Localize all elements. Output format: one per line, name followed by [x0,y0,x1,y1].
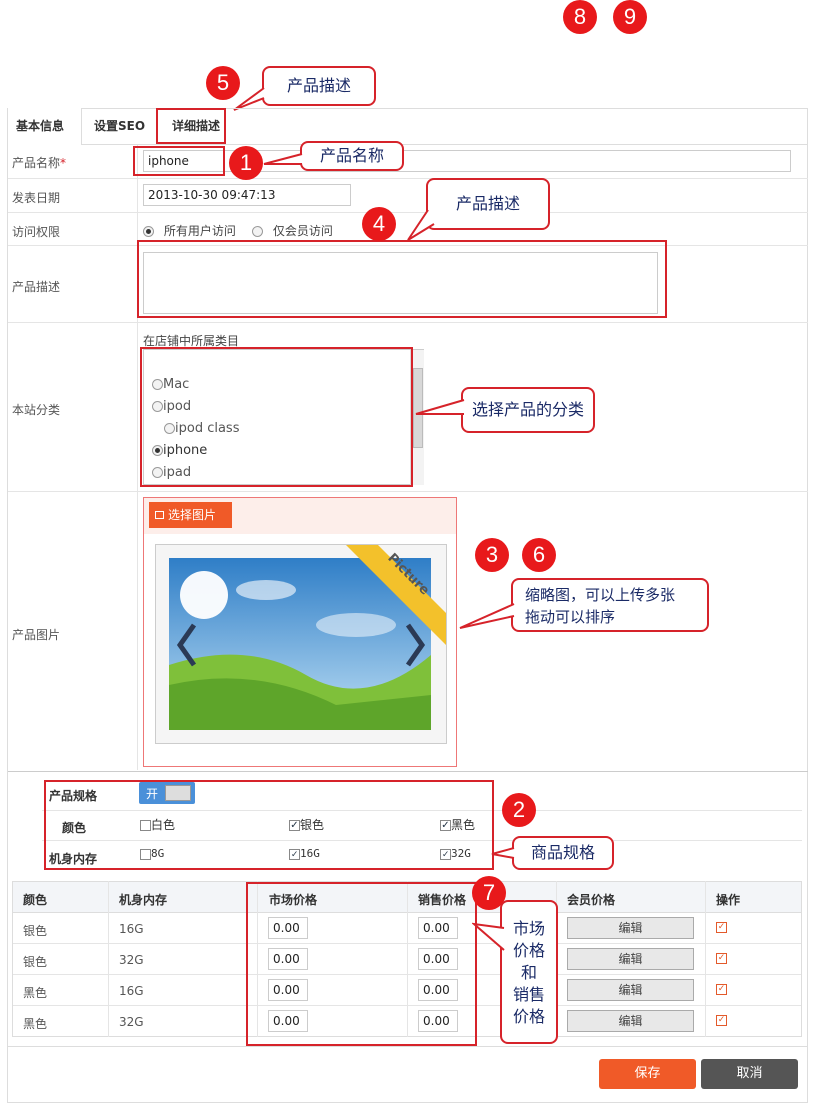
image-panel: 选择图片 Picture [143,497,457,767]
member-price-edit-button[interactable]: 编辑 [567,1010,694,1032]
callout-pointer [407,209,435,241]
sku-cell-memory: 16G [119,922,144,936]
access-radio-all[interactable]: 所有用户访问 [143,222,236,239]
annotation-badge: 8 [563,0,597,34]
callout-thumbnail: 缩略图，可以上传多张 拖动可以排序 [511,578,709,632]
member-price-edit-button[interactable]: 编辑 [567,948,694,970]
sku-header-memory: 机身内存 [119,893,168,907]
sku-cell-color: 黑色 [23,1017,48,1031]
annotation-badge: 4 [362,207,396,241]
col-line [705,881,706,1037]
sku-header-color: 颜色 [23,893,48,907]
check-icon[interactable]: ✓ [716,922,727,933]
annotation-badge: 9 [613,0,647,34]
sku-cell-memory: 16G [119,984,144,998]
access-radio-member[interactable]: 仅会员访问 [252,222,333,239]
tab-bar: 基本信息 设置SEO 详细描述 [8,108,808,145]
row-divider [8,178,808,179]
highlight-box [133,146,225,176]
highlight-box [140,347,413,487]
sku-cell-color: 银色 [23,924,48,938]
date-label: 发表日期 [12,191,61,205]
category-label: 本站分类 [12,403,61,417]
highlight-box [44,780,494,870]
sku-cell-memory: 32G [119,1015,144,1029]
sku-header-member: 会员价格 [567,893,616,907]
callout-pointer [415,399,465,415]
member-price-edit-button[interactable]: 编辑 [567,917,694,939]
callout-spec: 商品规格 [512,836,614,870]
callout-pointer [459,603,515,629]
sku-header-action: 操作 [716,893,741,907]
callout-pointer [472,922,505,951]
callout-pointer [263,153,303,165]
cancel-button[interactable]: 取消 [701,1059,798,1089]
col-line [108,881,109,1037]
footer-divider [8,1046,808,1047]
highlight-box [156,108,226,144]
date-input[interactable]: 2013-10-30 09:47:13 [143,184,351,206]
check-icon[interactable]: ✓ [716,984,727,995]
product-name-label: 产品名称* [12,156,67,170]
check-icon[interactable]: ✓ [716,1015,727,1026]
image-icon [155,511,164,519]
row-divider [8,491,808,492]
callout-tab-desc: 产品描述 [262,66,376,106]
radio-icon [252,226,263,237]
callout-pointer [491,847,515,859]
highlight-box [137,240,667,318]
annotation-badge: 2 [502,793,536,827]
choose-image-button[interactable]: 选择图片 [149,502,232,528]
description-label: 产品描述 [12,280,61,294]
radio-icon [143,226,154,237]
callout-product-name: 产品名称 [300,141,404,171]
callout-category: 选择产品的分类 [461,387,595,433]
sku-cell-color: 黑色 [23,986,48,1000]
annotation-badge: 6 [522,538,556,572]
highlight-box [246,882,477,1046]
check-icon[interactable]: ✓ [716,953,727,964]
access-label: 访问权限 [12,225,61,239]
annotation-badge: 1 [229,146,263,180]
thumbnail-frame[interactable]: Picture [155,544,447,744]
row-divider [8,771,808,772]
callout-description: 产品描述 [426,178,550,230]
tab-seo[interactable]: 设置SEO [86,108,153,145]
row-divider [8,322,808,323]
save-button[interactable]: 保存 [599,1059,696,1089]
tab-basic-info[interactable]: 基本信息 [8,108,82,145]
column-divider [137,145,138,770]
callout-price: 市场 价格 和 销售 价格 [500,900,558,1044]
annotation-badge: 3 [475,538,509,572]
member-price-edit-button[interactable]: 编辑 [567,979,694,1001]
sku-cell-color: 银色 [23,955,48,969]
image-label: 产品图片 [12,628,61,642]
sku-cell-memory: 32G [119,953,144,967]
